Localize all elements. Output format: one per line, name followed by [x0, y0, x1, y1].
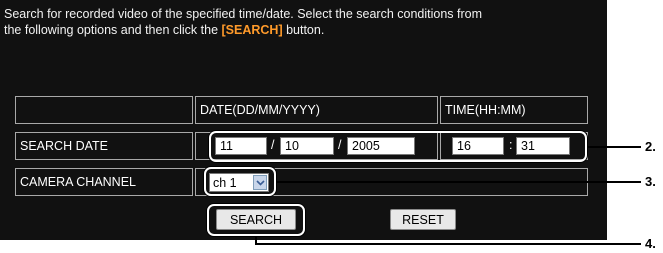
- callout-frame-4: [207, 204, 305, 236]
- reset-button[interactable]: RESET: [390, 209, 456, 230]
- callout-label-3: 3.: [645, 174, 656, 189]
- date-column-header-label: DATE(DD/MM/YYYY): [200, 103, 320, 117]
- callout-frame-2: [209, 131, 587, 162]
- instructions-text: Search for recorded video of the specifi…: [4, 6, 604, 38]
- search-panel: Search for recorded video of the specifi…: [0, 0, 607, 240]
- callout-leader-3: [276, 181, 641, 183]
- search-date-label: SEARCH DATE: [20, 139, 108, 153]
- search-date-row-label: SEARCH DATE: [15, 132, 193, 160]
- instructions-line-2-start: the following options and then click the: [4, 23, 222, 37]
- time-column-header-label: TIME(HH:MM): [445, 103, 526, 117]
- callout-leader-4: [255, 243, 641, 245]
- camera-channel-row-label: CAMERA CHANNEL: [15, 168, 193, 196]
- search-keyword-highlight: [SEARCH]: [221, 23, 283, 37]
- callout-label-2: 2.: [645, 139, 656, 154]
- instructions-line-1: Search for recorded video of the specifi…: [4, 7, 483, 21]
- callout-label-4: 4.: [645, 236, 656, 251]
- reset-button-label: RESET: [402, 212, 444, 227]
- camera-channel-label: CAMERA CHANNEL: [20, 175, 136, 189]
- time-column-header: TIME(HH:MM): [440, 96, 588, 124]
- callout-frame-3: [204, 167, 276, 196]
- instructions-line-2-end: button.: [282, 23, 325, 37]
- date-column-header: DATE(DD/MM/YYYY): [195, 96, 438, 124]
- callout-leader-2: [587, 146, 641, 148]
- table-header-blank: [15, 96, 193, 124]
- instructions-line-2: the following options and then click the…: [4, 22, 604, 38]
